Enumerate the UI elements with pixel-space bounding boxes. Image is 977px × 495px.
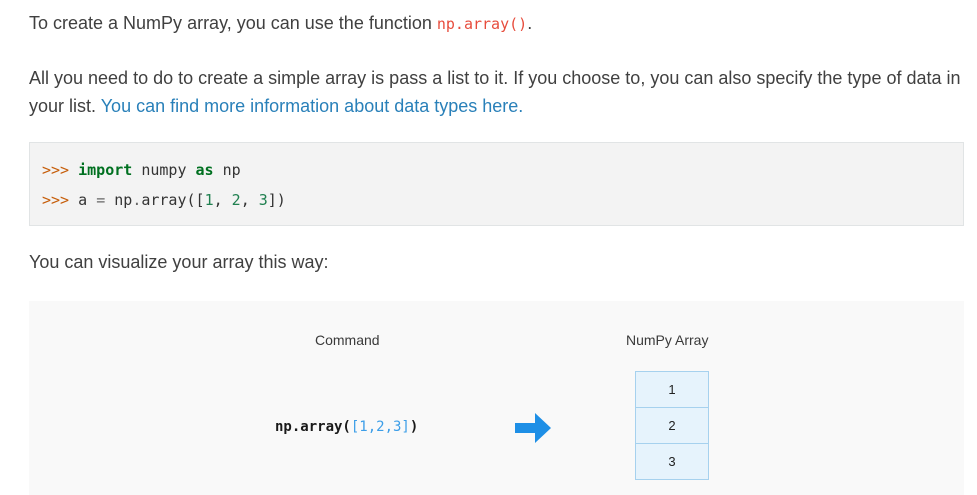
numpy-array-cells: 1 2 3 [635,371,709,480]
numpy-array-heading: NumPy Array [626,332,709,348]
variable-name: a [78,191,97,209]
number-2: 2 [231,191,241,209]
code-prompt: >>> [42,191,79,209]
number-1: 1 [204,191,214,209]
array-cell: 1 [635,371,709,408]
right-arrow-icon [515,413,551,443]
data-types-link[interactable]: You can find more information about data… [101,96,524,116]
code-block: >>> import numpy as np >>> a = np.array(… [29,142,964,226]
module-alias: np [213,161,241,179]
code-line-import: >>> import numpy as np [42,159,241,181]
intro-period: . [527,13,533,33]
keyword-import: import [78,161,133,179]
array-cell: 2 [635,407,709,444]
np-name: np [105,191,133,209]
command-code: np.array([1,2,3]) [275,419,418,435]
visualize-paragraph: You can visualize your array this way: [29,252,329,272]
array-cell: 3 [635,443,709,480]
array-call: array([ [141,191,205,209]
separator: , [240,191,259,209]
code-prompt: >>> [42,161,79,179]
array-call-close: ]) [267,191,286,209]
command-heading: Command [315,332,380,348]
assign-operator: = [96,191,106,209]
intro-text: To create a NumPy array, you can use the… [29,13,437,33]
inline-code-np-array: np.array() [436,15,528,33]
command-code-fn: np.array( [275,419,351,435]
keyword-as: as [195,161,214,179]
dot-operator: . [132,191,142,209]
right-arrow-shape [515,413,551,443]
description-paragraph: All you need to do to create a simple ar… [29,64,969,120]
code-line-array: >>> a = np.array([1, 2, 3]) [42,189,286,211]
command-code-close: ) [409,419,419,435]
number-3: 3 [258,191,268,209]
module-name: numpy [132,161,196,179]
separator: , [213,191,232,209]
command-code-arg: [1,2,3] [350,419,410,435]
intro-paragraph: To create a NumPy array, you can use the… [29,9,532,38]
array-figure: Command NumPy Array np.array([1,2,3]) 1 … [29,301,964,495]
